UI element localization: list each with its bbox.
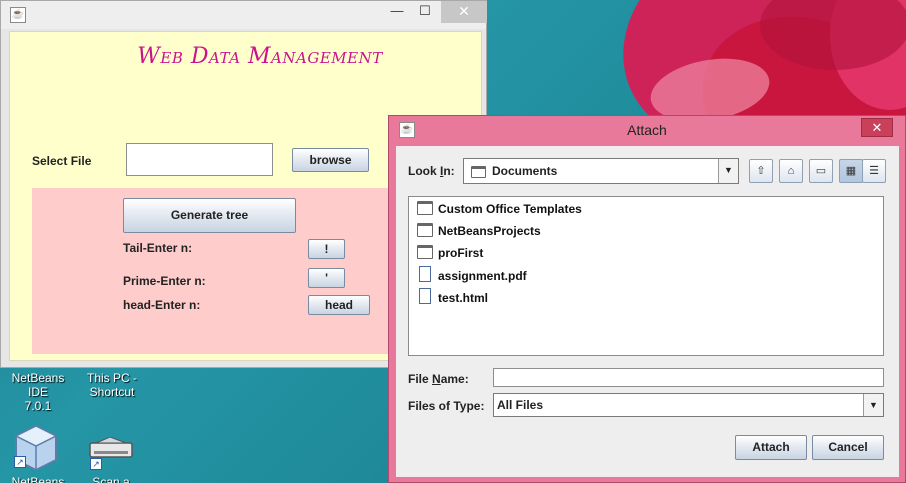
head-label: head-Enter n: (123, 298, 201, 312)
look-in-label: Look In: (408, 164, 455, 178)
maximize-button[interactable]: ☐ (410, 1, 440, 23)
files-of-type-label: Files of Type: (408, 399, 485, 413)
home-button[interactable]: ⌂ (779, 159, 803, 183)
folder-icon (417, 223, 433, 237)
app-title: Web Data Management (137, 44, 383, 69)
generate-tree-button[interactable]: Generate tree (123, 198, 296, 233)
folder-icon (417, 201, 433, 215)
desktop-icon-label-line: NetBeans IDE (11, 371, 65, 399)
up-folder-button[interactable]: ⇧ (749, 159, 773, 183)
scanner-icon[interactable] (88, 436, 134, 459)
desktop-icon-netbeans-label-2[interactable]: NetBeans IDE (0, 475, 76, 483)
file-name-label-mnemonic: N (432, 372, 441, 386)
desktop-icon-scan-label[interactable]: Scan a (80, 475, 142, 483)
tree-options-panel: Generate tree Tail-Enter n: ! Prime-Ente… (32, 188, 392, 354)
file-list[interactable]: Custom Office Templates NetBeansProjects… (408, 196, 884, 356)
file-path-field[interactable] (126, 143, 273, 176)
look-in-combo[interactable]: Documents ▼ (463, 158, 739, 184)
details-view-button[interactable]: ☰ (862, 159, 886, 183)
look-in-value: Documents (492, 164, 558, 178)
prime-button[interactable]: ' (308, 268, 345, 288)
file-icon (419, 288, 431, 304)
desktop-icon-label-line: 7.0.1 (24, 399, 52, 413)
list-view-button[interactable]: ▦ (839, 159, 863, 183)
file-name-text: proFirst (438, 246, 484, 260)
new-folder-button[interactable]: ▭ (809, 159, 833, 183)
chevron-down-icon[interactable]: ▼ (718, 159, 738, 183)
folder-icon (417, 245, 433, 259)
files-of-type-value: All Files (497, 398, 544, 412)
file-name-text: assignment.pdf (438, 269, 527, 283)
cancel-button[interactable]: Cancel (812, 435, 884, 460)
file-name-label-text: ame: (440, 372, 469, 386)
file-name-text: Custom Office Templates (438, 202, 582, 216)
attach-button[interactable]: Attach (735, 435, 807, 460)
folder-icon (471, 166, 486, 178)
dialog-close-button[interactable]: ✕ (861, 118, 893, 137)
file-name-text: NetBeansProjects (438, 224, 541, 238)
attach-dialog: ☕ Attach ✕ Look In: Documents ▼ ⇧ ⌂ ▭ ▦ … (388, 115, 906, 483)
file-name-text: test.html (438, 291, 489, 305)
desktop-icon-this-pc-label[interactable]: This PC - Shortcut (78, 371, 146, 399)
list-item[interactable]: Custom Office Templates (417, 200, 582, 218)
select-file-label: Select File (32, 154, 92, 168)
file-chooser-body: Look In: Documents ▼ ⇧ ⌂ ▭ ▦ ☰ Custom Of… (396, 146, 899, 477)
browse-button[interactable]: browse (292, 148, 369, 172)
file-name-label: File Name: (408, 372, 469, 386)
look-in-label-text: Look (408, 164, 440, 178)
tail-button[interactable]: ! (308, 239, 345, 259)
file-name-label-text: File (408, 372, 433, 386)
file-icon (419, 266, 431, 282)
head-button[interactable]: head (308, 295, 370, 315)
files-of-type-combo[interactable]: All Files ▼ (493, 393, 884, 417)
list-item[interactable]: NetBeansProjects (417, 222, 541, 240)
shortcut-arrow-icon: ↗ (90, 458, 102, 470)
dialog-title: Attach (627, 122, 667, 138)
desktop-icon-label-line: This PC - (86, 371, 137, 385)
desktop-icon-netbeans-label[interactable]: NetBeans IDE 7.0.1 (0, 371, 76, 413)
list-item[interactable]: test.html (417, 288, 488, 306)
list-item[interactable]: proFirst (417, 244, 483, 262)
desktop-icon-label-line: Shortcut (89, 385, 135, 399)
list-item[interactable]: assignment.pdf (417, 266, 527, 284)
java-app-icon: ☕ (10, 7, 26, 23)
shortcut-arrow-icon: ↗ (14, 456, 26, 468)
main-titlebar: ☕ — ☐ ✕ (1, 1, 487, 29)
close-button[interactable]: ✕ (441, 1, 487, 23)
tail-label: Tail-Enter n: (123, 241, 193, 255)
look-in-label-text: n: (443, 164, 455, 178)
chevron-down-icon[interactable]: ▼ (863, 394, 883, 416)
file-name-field[interactable] (493, 368, 884, 387)
minimize-button[interactable]: — (382, 1, 412, 23)
prime-label: Prime-Enter n: (123, 274, 206, 288)
